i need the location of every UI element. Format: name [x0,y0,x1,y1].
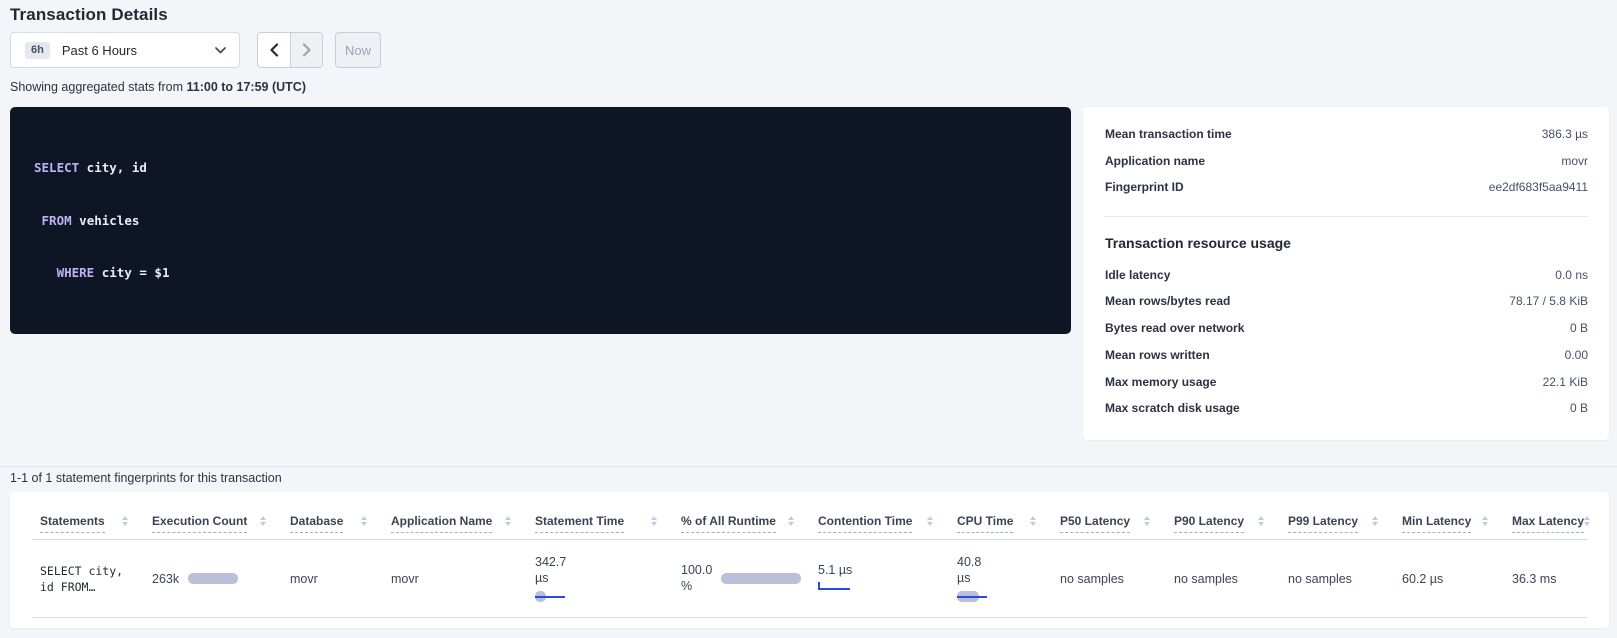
sort-icon [1482,516,1488,527]
resource-row-max-memory-usage: Max memory usage 22.1 KiB [1105,369,1588,396]
column-header-contention-time[interactable]: Contention Time [818,492,957,539]
column-header-percent-runtime[interactable]: % of All Runtime [681,492,818,539]
subtitle-prefix: Showing aggregated stats from [10,80,187,94]
database-cell: movr [290,540,391,617]
min-latency-cell: 60.2 µs [1402,540,1512,617]
statement-count-text: 1-1 of 1 statement fingerprints for this… [10,471,282,485]
sort-icon [505,516,511,527]
percent-runtime-cell: 100.0 % [681,540,818,617]
statement-time-cell: 342.7 µs [535,540,681,617]
sort-icon [788,516,794,527]
resource-row-mean-rows-bytes-read: Mean rows/bytes read 78.17 / 5.8 KiB [1105,288,1588,315]
statement-link[interactable]: SELECT city,id FROM… [40,563,123,595]
cpu-time-cell: 40.8 µs [957,540,1060,617]
sort-icon [651,516,657,527]
chevron-right-icon [302,43,312,57]
contention-time-cell: 5.1 µs [818,540,957,617]
sort-icon [1258,516,1264,527]
resource-usage-rows: Idle latency 0.0 ns Mean rows/bytes read… [1105,262,1588,423]
column-header-p50-latency[interactable]: P50 Latency [1060,492,1174,539]
percent-runtime-bar [721,573,801,584]
sort-icon [1030,516,1036,527]
sql-line: WHERE city = $1 [34,264,1047,282]
p90-latency-cell: no samples [1174,540,1288,617]
sql-statement-box: SELECT city, id FROM vehicles WHERE city… [10,107,1071,334]
resource-row-mean-rows-written: Mean rows written 0.00 [1105,342,1588,369]
summary-row-mean-transaction-time: Mean transaction time 386.3 µs [1105,121,1588,148]
column-header-p90-latency[interactable]: P90 Latency [1174,492,1288,539]
prev-time-button[interactable] [258,33,290,67]
page-title: Transaction Details [10,5,168,25]
contention-time-bar [818,583,852,594]
column-header-statement-time[interactable]: Statement Time [535,492,681,539]
resource-row-idle-latency: Idle latency 0.0 ns [1105,262,1588,289]
column-header-max-latency[interactable]: Max Latency [1512,492,1592,539]
time-range-badge: 6h [25,42,50,59]
time-arrow-group [257,32,323,68]
summary-row-fingerprint-id: Fingerprint ID ee2df683f5aa9411 [1105,174,1588,201]
p99-latency-cell: no samples [1288,540,1402,617]
section-divider [0,466,1617,467]
execution-count-cell: 263k [152,540,290,617]
sort-icon [1144,516,1150,527]
column-header-application-name[interactable]: Application Name [391,492,535,539]
column-header-min-latency[interactable]: Min Latency [1402,492,1512,539]
sort-icon [260,516,266,527]
chevron-left-icon [269,43,279,57]
sql-line: SELECT city, id [34,159,1047,177]
card-divider [1105,216,1588,217]
execution-count-bar [188,573,238,584]
sort-icon [927,516,933,527]
sort-icon [1372,516,1378,527]
summary-row-application-name: Application name movr [1105,148,1588,175]
column-header-database[interactable]: Database [290,492,391,539]
sql-line: FROM vehicles [34,212,1047,230]
subtitle-range: 11:00 to 17:59 (UTC) [187,80,306,94]
p50-latency-cell: no samples [1060,540,1174,617]
column-header-cpu-time[interactable]: CPU Time [957,492,1060,539]
time-range-label: Past 6 Hours [62,43,137,58]
time-range-dropdown[interactable]: 6h Past 6 Hours [10,32,240,68]
transaction-details-page: { "page": { "title": "Transaction Detail… [0,0,1617,638]
transaction-summary-card: Mean transaction time 386.3 µs Applicati… [1083,107,1609,440]
application-name-cell: movr [391,540,535,617]
sort-icon [361,516,367,527]
resource-row-bytes-read-over-network: Bytes read over network 0 B [1105,315,1588,342]
resource-usage-title: Transaction resource usage [1105,233,1588,253]
aggregation-subtitle: Showing aggregated stats from 11:00 to 1… [10,80,306,94]
statement-time-bar [535,591,583,602]
statements-table: Statements Execution Count Database Appl… [10,492,1609,628]
now-button[interactable]: Now [335,32,381,68]
sort-icon [122,516,128,527]
cpu-time-bar [957,591,1005,602]
table-header-row: Statements Execution Count Database Appl… [32,492,1587,540]
column-header-statements[interactable]: Statements [40,492,152,539]
next-time-button[interactable] [290,33,322,67]
statement-cell[interactable]: SELECT city,id FROM… [40,540,152,617]
chevron-down-icon [215,47,226,54]
max-latency-cell: 36.3 ms [1512,540,1592,617]
column-header-p99-latency[interactable]: P99 Latency [1288,492,1402,539]
resource-row-max-scratch-disk-usage: Max scratch disk usage 0 B [1105,395,1588,422]
table-row: SELECT city,id FROM… 263k movr movr 342.… [32,540,1587,618]
sort-icon [1584,516,1590,527]
time-controls: 6h Past 6 Hours Now [10,32,381,68]
column-header-execution-count[interactable]: Execution Count [152,492,290,539]
